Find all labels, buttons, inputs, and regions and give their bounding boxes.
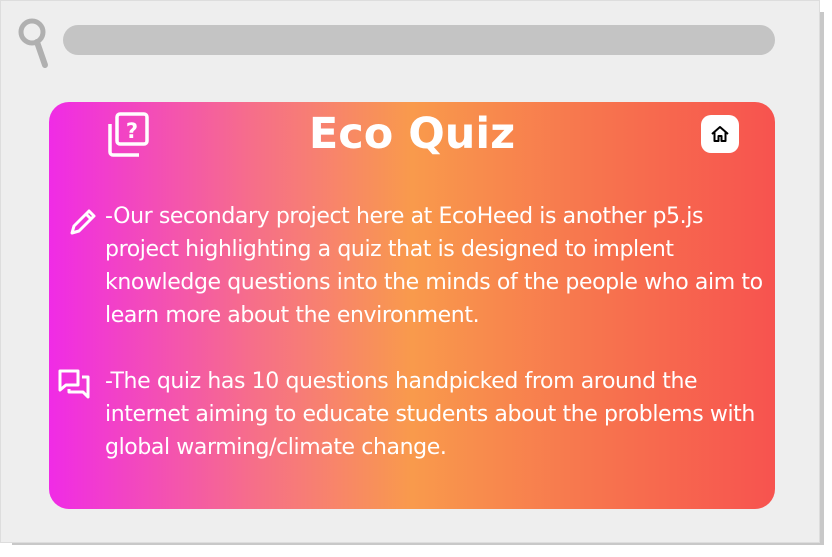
page-title: Eco Quiz <box>308 109 516 159</box>
quiz-info-paragraph: -The quiz has 10 questions handpicked fr… <box>105 369 755 460</box>
search-icon[interactable] <box>17 17 51 71</box>
description-paragraph: -Our secondary project here at EcoHeed i… <box>105 204 763 328</box>
chat-icon <box>58 369 90 399</box>
pencil-icon <box>70 209 96 235</box>
eco-quiz-card: ? Eco Quiz -Our secondary project here a… <box>49 102 775 509</box>
home-icon <box>711 126 729 142</box>
search-input[interactable] <box>63 25 775 55</box>
app-frame: ? Eco Quiz -Our secondary project here a… <box>0 0 820 543</box>
home-button[interactable] <box>701 115 739 153</box>
